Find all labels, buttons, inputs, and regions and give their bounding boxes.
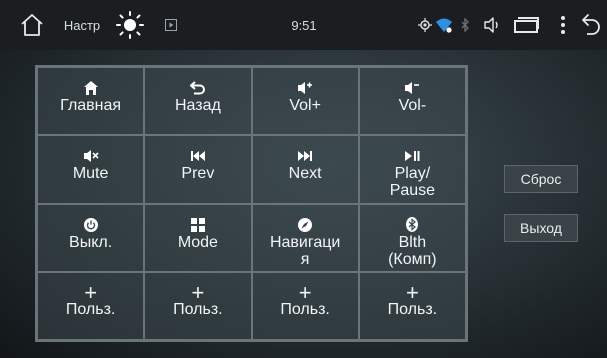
key-label: Польз. <box>65 300 116 318</box>
home-icon[interactable] <box>18 0 46 50</box>
key-user-button[interactable]: + Польз. <box>251 271 359 340</box>
plus-icon: + <box>405 279 419 305</box>
key-label: Польз. <box>173 300 223 318</box>
volume-down-icon <box>404 80 420 96</box>
key-play-pause-button[interactable]: Play/ Pause <box>358 135 466 204</box>
steering-key-grid: Главная Назад Vol+ Vol- Mute Prev Next P… <box>35 65 468 342</box>
more-menu-icon[interactable] <box>556 0 570 50</box>
status-bar: Настр 9:51 <box>0 0 607 50</box>
key-next-button[interactable]: Next <box>251 135 359 204</box>
previous-track-icon <box>190 148 206 164</box>
plus-icon: + <box>191 279 205 305</box>
volume-up-icon <box>297 80 313 96</box>
key-label: Польз. <box>280 300 330 318</box>
key-mode-button[interactable]: Mode <box>144 203 252 272</box>
key-power-button[interactable]: Выкл. <box>37 203 145 272</box>
key-label: Next <box>288 165 322 183</box>
key-prev-button[interactable]: Prev <box>144 135 252 204</box>
plus-icon: + <box>84 279 98 305</box>
app-title: Настр <box>63 17 101 33</box>
key-label: Play/ Pause <box>389 165 436 200</box>
key-label: Mode <box>177 233 218 251</box>
bluetooth-icon <box>406 217 419 233</box>
key-label: Blth (Комп) <box>388 233 437 268</box>
plus-icon: + <box>298 279 312 305</box>
key-label: Назад <box>174 97 221 114</box>
home-icon <box>83 80 98 96</box>
key-label: Mute <box>72 165 109 183</box>
clock: 9:51 <box>291 17 317 33</box>
key-label: Главная <box>60 97 122 114</box>
key-user-button[interactable]: + Польз. <box>358 271 466 340</box>
key-back-button[interactable]: Назад <box>144 67 252 136</box>
key-label: Навигаци я <box>269 233 341 268</box>
key-vol-up-button[interactable]: Vol+ <box>251 67 359 136</box>
key-bluetooth-button[interactable]: Blth (Комп) <box>358 203 466 272</box>
back-icon[interactable] <box>578 0 604 50</box>
brightness-icon[interactable] <box>112 0 148 50</box>
play-pause-icon <box>404 148 420 164</box>
bluetooth-status-icon <box>458 0 472 50</box>
key-label: Prev <box>181 165 215 183</box>
window-manager-icon[interactable] <box>512 0 542 50</box>
key-label: Выкл. <box>69 233 113 251</box>
media-player-icon <box>162 0 180 50</box>
mode-grid-icon <box>190 217 205 233</box>
key-mute-button[interactable]: Mute <box>37 135 145 204</box>
key-navigation-button[interactable]: Навигаци я <box>251 203 359 272</box>
reset-button[interactable]: Сброс <box>504 165 578 193</box>
navigation-icon <box>298 217 313 233</box>
key-label: Польз. <box>387 300 438 318</box>
next-track-icon <box>297 148 313 164</box>
power-icon <box>83 217 98 233</box>
key-label: Vol- <box>398 97 427 114</box>
gps-icon <box>417 0 433 50</box>
back-arrow-icon <box>189 80 206 96</box>
key-label: Vol+ <box>289 97 321 114</box>
wifi-icon <box>434 0 454 50</box>
mute-icon <box>83 148 99 164</box>
key-user-button[interactable]: + Польз. <box>144 271 252 340</box>
volume-icon[interactable] <box>482 0 504 50</box>
exit-button[interactable]: Выход <box>504 214 578 242</box>
key-vol-down-button[interactable]: Vol- <box>358 67 466 136</box>
key-user-button[interactable]: + Польз. <box>37 271 145 340</box>
key-home-button[interactable]: Главная <box>37 67 145 136</box>
